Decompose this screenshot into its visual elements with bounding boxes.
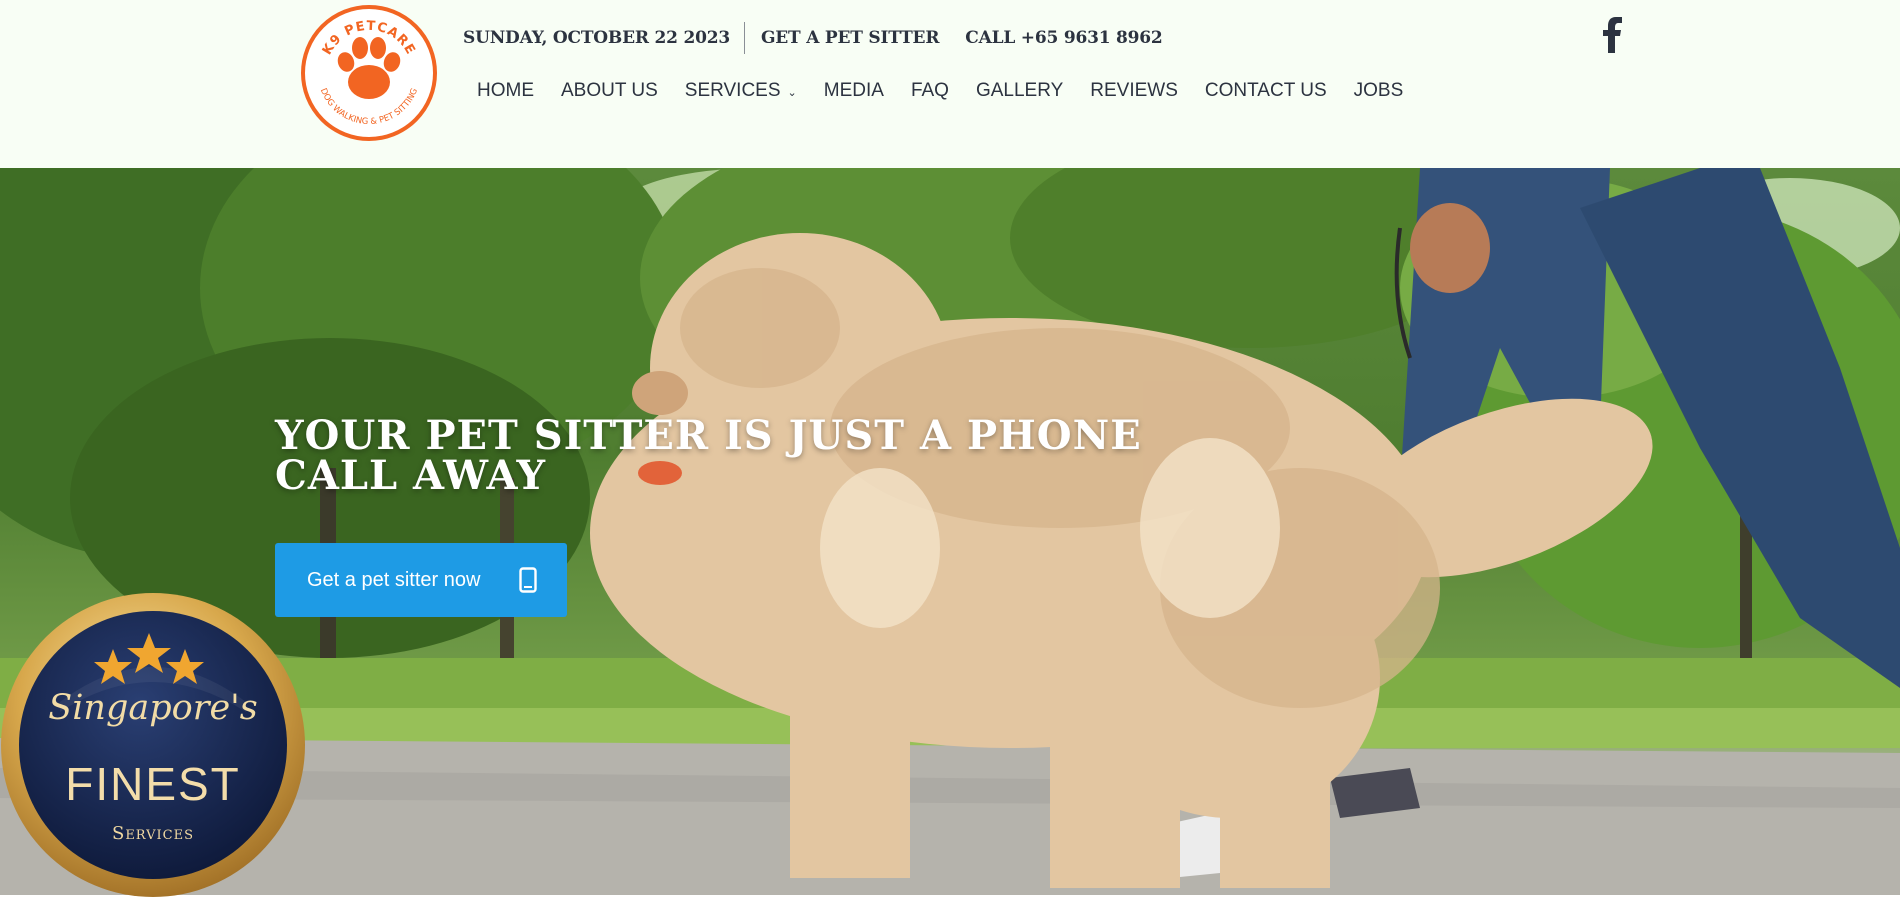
nav-item-faq[interactable]: FAQ	[911, 80, 949, 102]
divider	[743, 22, 745, 54]
site-header: K9 PETCARE DOG WALKING & PET SITTING SUN…	[0, 0, 1900, 168]
badge-finest-text: FINEST	[65, 758, 241, 810]
facebook-icon[interactable]	[1600, 17, 1626, 53]
nav-item-jobs[interactable]: JOBS	[1354, 80, 1404, 102]
hero-headline: YOUR PET SITTER IS JUST A PHONE CALL AWA…	[275, 416, 1155, 496]
top-info-bar: SUNDAY, OCTOBER 22 2023 GET A PET SITTER…	[463, 22, 1163, 54]
nav-item-home[interactable]: HOME	[477, 80, 534, 102]
nav-item-about-us[interactable]: ABOUT US	[561, 80, 658, 102]
nav-item-services-label: SERVICES	[684, 80, 781, 101]
nav-item-contact-us[interactable]: CONTACT US	[1205, 80, 1327, 102]
nav-item-gallery[interactable]: GALLERY	[976, 80, 1063, 102]
mobile-phone-icon	[519, 567, 537, 593]
badge-script-text: Singapore's	[48, 688, 258, 728]
cta-label: Get a pet sitter now	[307, 568, 481, 591]
main-navigation: HOME ABOUT US SERVICES ⌄ MEDIA FAQ GALLER…	[477, 80, 1430, 102]
nav-item-services[interactable]: SERVICES ⌄	[685, 80, 797, 102]
chevron-down-icon: ⌄	[787, 86, 797, 99]
singapores-finest-badge[interactable]	[0, 592, 306, 898]
k9-petcare-logo[interactable]: K9 PETCARE DOG WALKING & PET SITTING	[300, 4, 438, 142]
get-pet-sitter-now-button[interactable]: Get a pet sitter now	[275, 543, 567, 617]
current-date: SUNDAY, OCTOBER 22 2023	[463, 28, 730, 48]
nav-item-media[interactable]: MEDIA	[824, 80, 884, 102]
nav-item-reviews[interactable]: REVIEWS	[1090, 80, 1178, 102]
get-pet-sitter-link[interactable]: GET A PET SITTER	[761, 28, 939, 48]
hero-headline-line-2: CALL AWAY	[275, 452, 547, 499]
badge-services-text: Services	[111, 823, 194, 844]
call-phone-link[interactable]: CALL +65 9631 8962	[965, 28, 1163, 48]
